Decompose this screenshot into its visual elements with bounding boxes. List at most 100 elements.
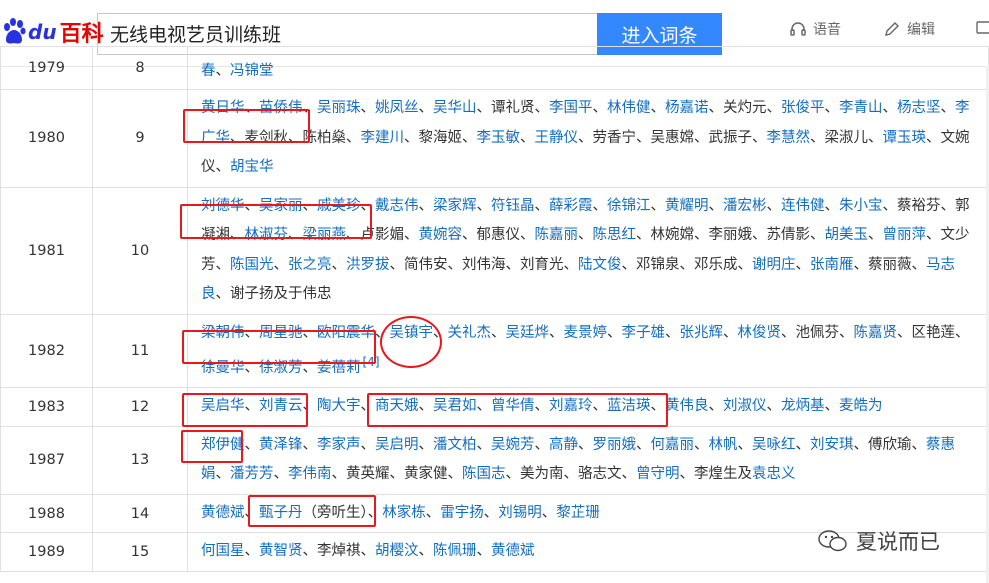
person-link[interactable]: 刘青云	[259, 398, 303, 414]
person-link[interactable]: 李建川	[361, 130, 405, 146]
person-link[interactable]: 李青山	[839, 100, 883, 116]
person-link[interactable]: 王静仪	[535, 130, 579, 146]
person-link[interactable]: 黄德斌	[201, 505, 245, 521]
person-link[interactable]: 连伟健	[781, 198, 825, 214]
person-link[interactable]: 姚凤丝	[375, 100, 419, 116]
person-link[interactable]: 刘安琪	[810, 437, 854, 453]
person-link[interactable]: 洪罗拔	[346, 257, 390, 273]
citation-link[interactable]: [4]	[363, 355, 380, 369]
edit-button[interactable]: 编辑	[883, 19, 935, 39]
person-link[interactable]: 陈国志	[462, 466, 506, 482]
person-link[interactable]: 曾华倩	[491, 398, 535, 414]
person-link[interactable]: 吴启明	[375, 437, 419, 453]
person-link[interactable]: 罗丽娥	[593, 437, 637, 453]
person-link[interactable]: 李子雄	[622, 325, 666, 341]
person-link[interactable]: 梁朝伟	[201, 325, 245, 341]
person-link[interactable]: 刘锡明	[498, 505, 542, 521]
person-link[interactable]: 陶大宇	[317, 398, 361, 414]
person-link[interactable]: 李玉敏	[477, 130, 521, 146]
person-link[interactable]: 麦皓为	[839, 398, 883, 414]
person-link[interactable]: 陈思红	[593, 227, 637, 243]
person-link[interactable]: 潘文柏	[433, 437, 477, 453]
person-link[interactable]: 雷宇扬	[440, 505, 484, 521]
person-link[interactable]: 黄智贤	[259, 543, 303, 559]
person-link[interactable]: 刘淑仪	[723, 398, 767, 414]
person-link[interactable]: 龙炳基	[781, 398, 825, 414]
person-link[interactable]: 林俊贤	[738, 325, 782, 341]
person-link[interactable]: 姜蓓莉	[317, 360, 361, 376]
person-link[interactable]: 陈国光	[230, 257, 274, 273]
person-link[interactable]: 梁家辉	[433, 198, 477, 214]
person-link[interactable]: 黎芷珊	[556, 505, 600, 521]
person-link[interactable]: 梁丽燕	[303, 227, 347, 243]
person-link[interactable]: 林家栋	[382, 505, 426, 521]
person-link[interactable]: 吴镇宇	[390, 325, 434, 341]
person-link[interactable]: 吴廷烨	[506, 325, 550, 341]
person-link[interactable]: 曾丽萍	[883, 227, 927, 243]
person-link[interactable]: 吴君如	[433, 398, 477, 414]
person-link[interactable]: 张之亮	[288, 257, 332, 273]
person-link[interactable]: 陈嘉贤	[854, 325, 898, 341]
person-link[interactable]: 苗侨伟	[259, 100, 303, 116]
person-link[interactable]: 刘德华	[201, 198, 245, 214]
person-link[interactable]: 何嘉丽	[651, 437, 695, 453]
person-link[interactable]: 李慧然	[767, 130, 811, 146]
person-link[interactable]: 春	[201, 63, 216, 79]
person-link[interactable]: 张俊平	[781, 100, 825, 116]
person-link[interactable]: 刘嘉玲	[549, 398, 593, 414]
person-link[interactable]: 朱小宝	[839, 198, 883, 214]
person-link[interactable]: 戚美珍	[317, 198, 361, 214]
person-link[interactable]: 徐曼华	[201, 360, 245, 376]
person-link[interactable]: 曾守明	[636, 466, 680, 482]
person-link[interactable]: 黄婉容	[419, 227, 463, 243]
person-link[interactable]: 林帆	[709, 437, 738, 453]
person-link[interactable]: 李国平	[549, 100, 593, 116]
person-link[interactable]: 谢明庄	[752, 257, 796, 273]
person-link[interactable]: 符钰晶	[491, 198, 535, 214]
person-link[interactable]: 胡美玉	[825, 227, 869, 243]
person-link[interactable]: 薛彩霞	[549, 198, 593, 214]
person-link[interactable]: 商天娥	[375, 398, 419, 414]
comment-icon[interactable]	[975, 19, 989, 37]
person-link[interactable]: 陈嘉丽	[535, 227, 579, 243]
person-link[interactable]: 蓝洁瑛	[607, 398, 651, 414]
person-link[interactable]: 郑伊健	[201, 437, 245, 453]
person-link[interactable]: 袁忠义	[752, 466, 796, 482]
person-link[interactable]: 林伟健	[607, 100, 651, 116]
person-link[interactable]: 吴咏红	[752, 437, 796, 453]
person-link[interactable]: 高静	[549, 437, 578, 453]
person-link[interactable]: 李家声	[317, 437, 361, 453]
person-link[interactable]: 戴志伟	[375, 198, 419, 214]
person-link[interactable]: 潘芳芳	[230, 466, 274, 482]
person-link[interactable]: 何国星	[201, 543, 245, 559]
person-link[interactable]: 徐淑芳	[259, 360, 303, 376]
person-link[interactable]: 徐锦江	[607, 198, 651, 214]
person-link[interactable]: 杨嘉诺	[665, 100, 709, 116]
person-link[interactable]: 欧阳震华	[317, 325, 375, 341]
person-link[interactable]: 吴丽珠	[317, 100, 361, 116]
person-link[interactable]: 胡樱汶	[375, 543, 419, 559]
person-link[interactable]: 冯锦堂	[230, 63, 274, 79]
person-link[interactable]: 周星驰	[259, 325, 303, 341]
person-link[interactable]: 胡宝华	[230, 159, 274, 175]
person-link[interactable]: 甄子丹	[259, 505, 303, 521]
person-link[interactable]: 黄日华	[201, 100, 245, 116]
person-link[interactable]: 李伟南	[288, 466, 332, 482]
person-link[interactable]: 黄德斌	[491, 543, 535, 559]
person-link[interactable]: 杨志坚	[897, 100, 941, 116]
person-link[interactable]: 张兆辉	[680, 325, 724, 341]
person-link[interactable]: 黄伟良	[665, 398, 709, 414]
person-link[interactable]: 吴婉芳	[491, 437, 535, 453]
person-link[interactable]: 黄泽锋	[259, 437, 303, 453]
person-link[interactable]: 陈佩珊	[433, 543, 477, 559]
voice-button[interactable]: 语音	[789, 19, 841, 39]
person-link[interactable]: 谭玉瑛	[883, 130, 927, 146]
person-link[interactable]: 吴启华	[201, 398, 245, 414]
person-link[interactable]: 吴家丽	[259, 198, 303, 214]
person-link[interactable]: 关礼杰	[448, 325, 492, 341]
person-link[interactable]: 潘宏彬	[723, 198, 767, 214]
person-link[interactable]: 林淑芬	[245, 227, 289, 243]
person-link[interactable]: 张南雁	[810, 257, 854, 273]
person-link[interactable]: 麦景婷	[564, 325, 608, 341]
person-link[interactable]: 黄耀明	[665, 198, 709, 214]
